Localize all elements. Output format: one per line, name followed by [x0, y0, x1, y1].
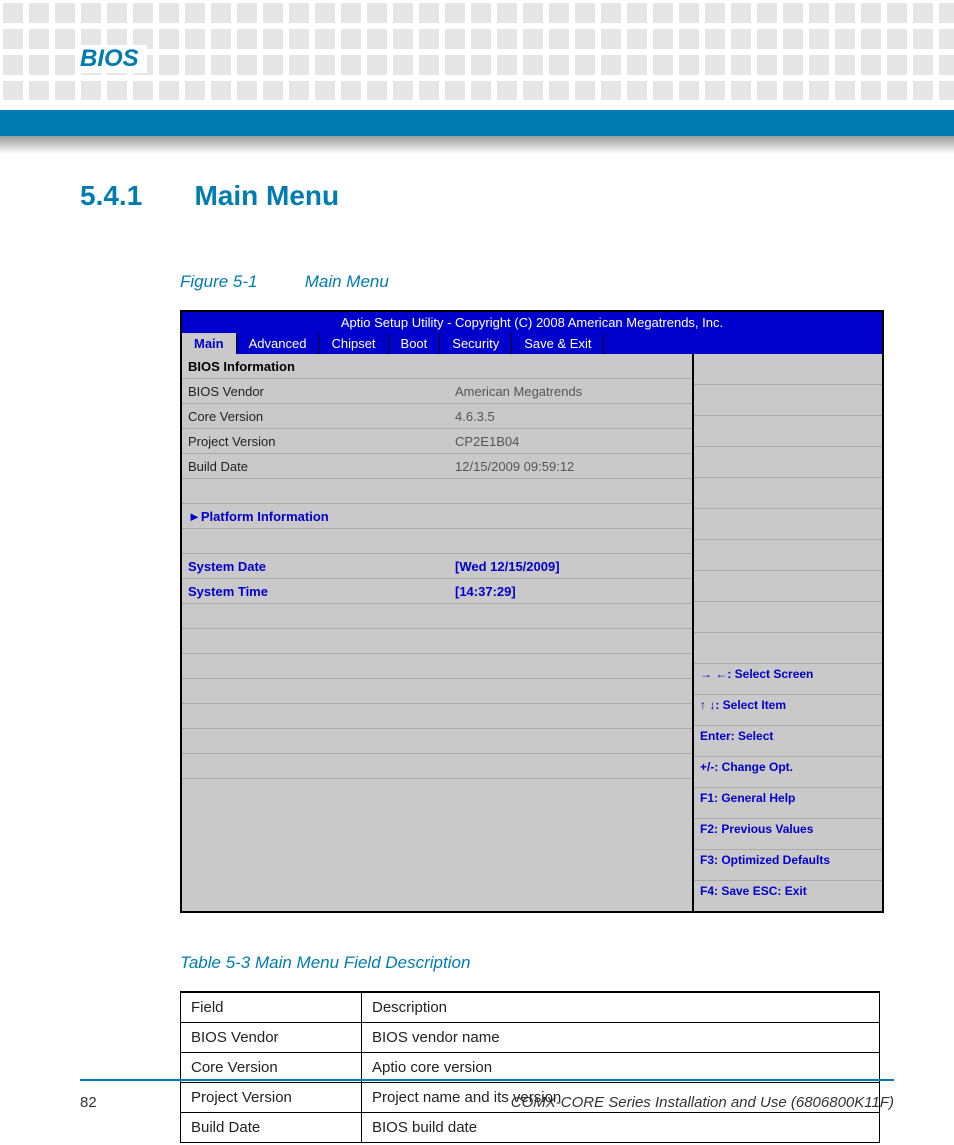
table-caption: Table 5-3 Main Menu Field Description	[180, 953, 894, 973]
table-row: Core Version Aptio core version	[181, 1053, 880, 1083]
bios-tab-main[interactable]: Main	[182, 333, 237, 354]
bios-help-blank	[694, 478, 882, 509]
bios-help-f1: F1: General Help	[694, 788, 882, 819]
bios-row-blank	[182, 629, 692, 654]
submenu-arrow-icon: ►	[188, 509, 201, 524]
table-cell-desc: Aptio core version	[362, 1053, 880, 1083]
bios-row-blank	[182, 754, 692, 779]
bios-tab-chipset[interactable]: Chipset	[319, 333, 388, 354]
table-header-field: Field	[181, 992, 362, 1023]
table-header-desc: Description	[362, 992, 880, 1023]
bios-label: System Date	[182, 556, 449, 577]
bios-label: System Time	[182, 581, 449, 602]
bios-help-blank	[694, 509, 882, 540]
bios-row-blank	[182, 704, 692, 729]
table-cell-desc: BIOS build date	[362, 1113, 880, 1143]
page-number: 82	[80, 1094, 97, 1111]
bios-help-select-screen: → ←: Select Screen	[694, 664, 882, 695]
section-title: Main Menu	[194, 180, 339, 211]
bios-main-panel: BIOS Information BIOS Vendor American Me…	[182, 354, 694, 911]
bios-help-blank	[694, 447, 882, 478]
header-rule-blue	[0, 110, 954, 136]
chapter-header: BIOS	[80, 45, 147, 73]
field-description-table: Field Description BIOS Vendor BIOS vendo…	[180, 991, 880, 1143]
bios-help-blank	[694, 354, 882, 385]
bios-tab-boot[interactable]: Boot	[389, 333, 441, 354]
bios-help-select-item: ↑ ↓: Select Item	[694, 695, 882, 726]
bios-help-blank	[694, 571, 882, 602]
header-rule-shadow	[0, 136, 954, 154]
bios-help-panel: → ←: Select Screen ↑ ↓: Select Item Ente…	[694, 354, 882, 911]
bios-row-blank	[182, 529, 692, 554]
bios-help-blank	[694, 416, 882, 447]
bios-label: Core Version	[182, 406, 449, 427]
bios-value: 12/15/2009 09:59:12	[449, 456, 692, 477]
bios-value-editable[interactable]: [Wed 12/15/2009]	[449, 556, 692, 577]
table-row: Build Date BIOS build date	[181, 1113, 880, 1143]
bios-value: American Megatrends	[449, 381, 692, 402]
bios-tab-advanced[interactable]: Advanced	[237, 333, 320, 354]
section-number: 5.4.1	[80, 180, 190, 212]
bios-info-header: BIOS Information	[182, 354, 692, 379]
bios-help-blank	[694, 540, 882, 571]
document-title: COMX-CORE Series Installation and Use (6…	[511, 1094, 894, 1111]
bios-row-blank	[182, 479, 692, 504]
figure-number: Figure 5-1	[180, 272, 300, 292]
bios-row-system-time[interactable]: System Time [14:37:29]	[182, 579, 692, 604]
bios-tab-security[interactable]: Security	[440, 333, 512, 354]
bios-tab-spacer	[604, 333, 882, 354]
bios-row-system-date[interactable]: System Date [Wed 12/15/2009]	[182, 554, 692, 579]
bios-help-f2: F2: Previous Values	[694, 819, 882, 850]
table-cell-field: Build Date	[181, 1113, 362, 1143]
bios-help-f4-esc: F4: Save ESC: Exit	[694, 881, 882, 911]
figure-caption: Figure 5-1 Main Menu	[180, 272, 894, 292]
bios-row-vendor: BIOS Vendor American Megatrends	[182, 379, 692, 404]
bios-row-blank	[182, 679, 692, 704]
bios-row-project-version: Project Version CP2E1B04	[182, 429, 692, 454]
bios-value-editable[interactable]: [14:37:29]	[449, 581, 692, 602]
bios-help-blank	[694, 385, 882, 416]
bios-title-bar: Aptio Setup Utility - Copyright (C) 2008…	[182, 312, 882, 333]
bios-submenu-platform-info[interactable]: ►Platform Information	[182, 504, 692, 529]
bios-tab-bar: Main Advanced Chipset Boot Security Save…	[182, 333, 882, 354]
footer-rule	[80, 1079, 894, 1081]
table-header-row: Field Description	[181, 992, 880, 1023]
bios-screenshot: Aptio Setup Utility - Copyright (C) 2008…	[180, 310, 884, 913]
bios-row-build-date: Build Date 12/15/2009 09:59:12	[182, 454, 692, 479]
bios-label: Project Version	[182, 431, 449, 452]
bios-label: Build Date	[182, 456, 449, 477]
bios-row-blank	[182, 729, 692, 754]
bios-row-blank	[182, 779, 692, 803]
table-cell-desc: BIOS vendor name	[362, 1023, 880, 1053]
bios-help-f3: F3: Optimized Defaults	[694, 850, 882, 881]
bios-label: BIOS Vendor	[182, 381, 449, 402]
section-heading: 5.4.1 Main Menu	[80, 180, 894, 212]
bios-submenu-label: Platform Information	[201, 509, 329, 524]
bios-help-blank	[694, 602, 882, 633]
bios-value: CP2E1B04	[449, 431, 692, 452]
bios-row-core-version: Core Version 4.6.3.5	[182, 404, 692, 429]
bios-help-change-opt: +/-: Change Opt.	[694, 757, 882, 788]
table-cell-field: Core Version	[181, 1053, 362, 1083]
table-cell-field: BIOS Vendor	[181, 1023, 362, 1053]
figure-title: Main Menu	[305, 272, 389, 291]
table-row: BIOS Vendor BIOS vendor name	[181, 1023, 880, 1053]
bios-tab-save-exit[interactable]: Save & Exit	[512, 333, 604, 354]
bios-help-enter: Enter: Select	[694, 726, 882, 757]
bios-row-blank	[182, 654, 692, 679]
bios-row-blank	[182, 604, 692, 629]
bios-help-blank	[694, 633, 882, 664]
bios-value: 4.6.3.5	[449, 406, 692, 427]
